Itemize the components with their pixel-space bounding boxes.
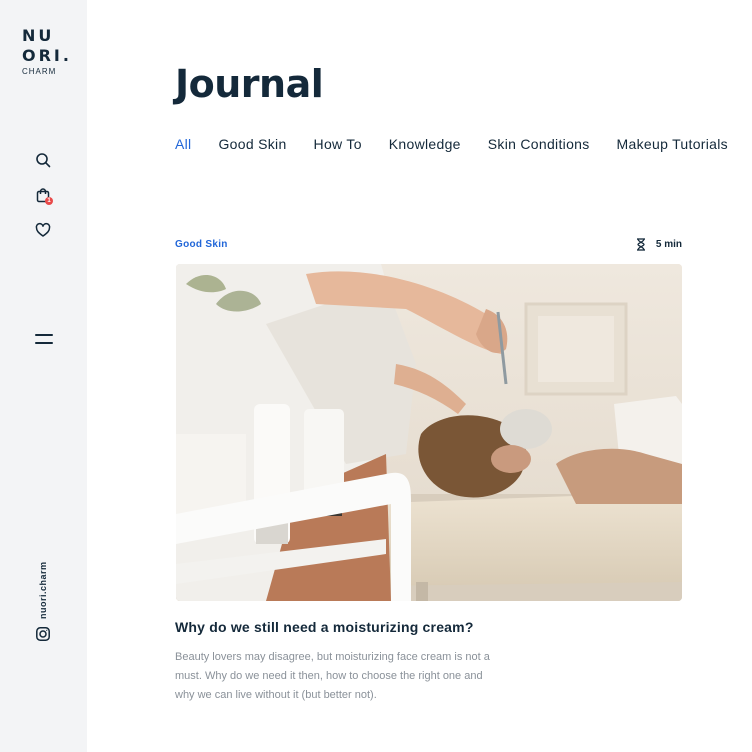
sidebar: NU ORI. CHARM 1 nuori.charm <box>0 0 87 752</box>
cart-count-badge: 1 <box>45 197 53 205</box>
hourglass-icon <box>636 238 645 251</box>
menu-bar-top <box>35 334 53 336</box>
search-icon[interactable] <box>34 151 52 169</box>
tab-how-to[interactable]: How To <box>314 136 362 152</box>
article-excerpt: Beauty lovers may disagree, but moisturi… <box>175 651 490 701</box>
menu-bar-bottom <box>35 342 53 344</box>
category-tabs: All Good Skin How To Knowledge Skin Cond… <box>175 136 728 152</box>
tab-skin-conditions[interactable]: Skin Conditions <box>488 136 590 152</box>
logo-subtitle: CHARM <box>22 67 57 76</box>
tab-knowledge[interactable]: Knowledge <box>389 136 461 152</box>
article-category-link[interactable]: Good Skin <box>175 239 228 250</box>
logo-line-1: NU <box>22 26 55 45</box>
logo-line-2: ORI. <box>22 46 72 65</box>
instagram-icon[interactable] <box>34 625 52 643</box>
tab-all[interactable]: All <box>175 136 191 152</box>
article-hero-image[interactable] <box>176 264 682 601</box>
article-title[interactable]: Why do we still need a moisturizing crea… <box>175 619 474 635</box>
facial-treatment-photo <box>176 264 682 601</box>
social-handle[interactable]: nuori.charm <box>34 560 52 620</box>
read-time: 5 min <box>636 238 682 251</box>
shopping-bag-icon[interactable]: 1 <box>34 186 53 205</box>
tab-good-skin[interactable]: Good Skin <box>218 136 286 152</box>
read-time-label: 5 min <box>655 239 682 250</box>
brand-logo[interactable]: NU ORI. CHARM <box>22 26 72 76</box>
menu-icon[interactable] <box>35 334 53 346</box>
heart-icon[interactable] <box>34 221 52 239</box>
tab-makeup-tutorials[interactable]: Makeup Tutorials <box>617 136 728 152</box>
page-title: Journal <box>175 62 324 106</box>
